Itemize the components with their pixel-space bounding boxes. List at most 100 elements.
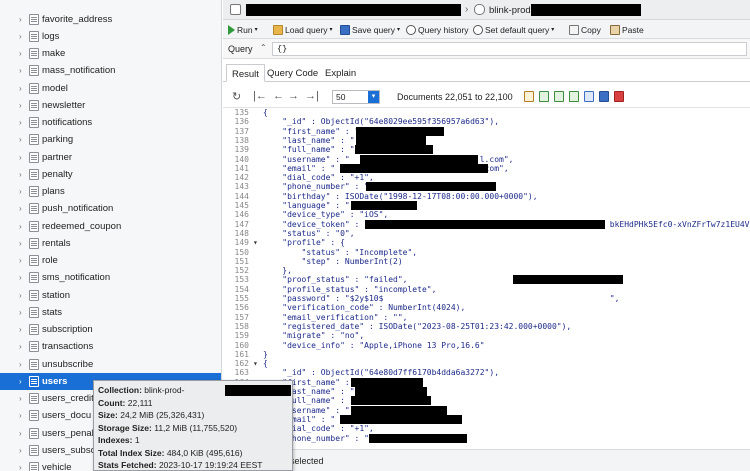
tree-item-partner[interactable]: › partner xyxy=(0,149,221,166)
chevron-right-icon[interactable]: › xyxy=(19,446,27,455)
chevron-right-icon[interactable]: › xyxy=(19,84,27,93)
breadcrumb-db-name[interactable]: blink-prod- xyxy=(489,5,534,16)
tree-item-notifications[interactable]: › notifications xyxy=(0,114,221,131)
tree-item-subscription[interactable]: › subscription xyxy=(0,321,221,338)
tab-query-code[interactable]: Query Code xyxy=(262,64,323,82)
chevron-right-icon[interactable]: › xyxy=(19,325,27,334)
code-line: 170 "phone_number" : " xyxy=(223,434,750,443)
save-query-button[interactable]: Save query ▾ xyxy=(340,22,400,37)
redaction-bar xyxy=(355,145,433,155)
tree-item-parking[interactable]: › parking xyxy=(0,131,221,148)
result-document-view[interactable]: 135 {136 "_id" : ObjectId("64e8029ee595f3… xyxy=(223,108,750,449)
fold-toggle-icon[interactable]: ▾ xyxy=(253,359,261,368)
chevron-right-icon[interactable]: › xyxy=(19,101,27,110)
tree-item-model[interactable]: › model xyxy=(0,80,221,97)
tree-item-logs[interactable]: › logs xyxy=(0,28,221,45)
chevron-right-icon[interactable]: › xyxy=(19,273,27,282)
chevron-right-icon[interactable]: › xyxy=(19,360,27,369)
prev-page-icon[interactable]: ← xyxy=(273,90,284,102)
chevron-right-icon[interactable]: › xyxy=(19,49,27,58)
page-size-select[interactable]: 50 ▾ xyxy=(332,90,380,104)
chevron-right-icon[interactable]: › xyxy=(19,32,27,41)
first-page-icon[interactable]: |← xyxy=(253,90,267,102)
line-number: 161 xyxy=(234,349,249,359)
query-input[interactable]: {} xyxy=(272,42,747,56)
tree-item-push-notification[interactable]: › push_notification xyxy=(0,200,221,217)
next-page-icon[interactable]: → xyxy=(288,90,299,102)
tree-item-plans[interactable]: › plans xyxy=(0,183,221,200)
code-line: 159 "migrate" : "no", xyxy=(223,331,750,340)
server-icon xyxy=(230,4,241,15)
add-document-icon[interactable] xyxy=(539,91,549,102)
run-button[interactable]: Run ▾ xyxy=(228,22,258,37)
chevron-right-icon[interactable]: › xyxy=(19,463,27,471)
tree-item-label: make xyxy=(42,48,66,59)
duplicate-document-icon[interactable] xyxy=(554,91,564,102)
save-document-icon[interactable] xyxy=(599,91,609,102)
code-text: "birthday" : ISODate("1998-12-17T08:00:0… xyxy=(263,191,538,201)
chevron-right-icon[interactable]: › xyxy=(19,118,27,127)
line-number: 152 xyxy=(234,266,249,276)
chevron-right-icon[interactable]: › xyxy=(19,342,27,351)
chevron-right-icon[interactable]: › xyxy=(19,187,27,196)
tab-explain[interactable]: Explain xyxy=(320,64,361,82)
query-history-button[interactable]: Query history xyxy=(406,22,469,37)
tree-item-role[interactable]: › role xyxy=(0,252,221,269)
tree-item-stats[interactable]: › stats xyxy=(0,304,221,321)
view-document-icon[interactable] xyxy=(584,91,594,102)
tree-item-newsletter[interactable]: › newsletter xyxy=(0,97,221,114)
chevron-right-icon[interactable]: › xyxy=(19,66,27,75)
set-default-query-button[interactable]: Set default query ▾ xyxy=(473,22,554,37)
chevron-right-icon[interactable]: › xyxy=(19,377,27,386)
tree-item-unsubscribe[interactable]: › unsubscribe xyxy=(0,356,221,373)
line-number: 158 xyxy=(234,321,249,331)
fold-toggle-icon[interactable]: ▾ xyxy=(253,238,261,247)
chevron-right-icon[interactable]: › xyxy=(19,135,27,144)
edit-document-icon[interactable] xyxy=(569,91,579,102)
redaction-bar xyxy=(356,135,426,145)
chevron-right-icon[interactable]: › xyxy=(19,204,27,213)
tree-item-label: station xyxy=(42,289,70,301)
code-text: "migrate" : "no", xyxy=(263,331,365,341)
code-text: "last_name" : " xyxy=(263,135,355,145)
line-number: 140 xyxy=(234,154,249,164)
tree-item-redeemed-coupon[interactable]: › redeemed_coupon xyxy=(0,218,221,235)
chevron-right-icon[interactable]: › xyxy=(19,394,27,403)
refresh-icon[interactable]: ↻ xyxy=(232,90,241,103)
tt-collection-value: blink-prod- xyxy=(144,385,185,395)
chevron-right-icon[interactable]: › xyxy=(19,411,27,420)
chevron-right-icon[interactable]: › xyxy=(19,15,27,24)
tree-item-mass-notification[interactable]: › mass_notification xyxy=(0,62,221,79)
tab-result[interactable]: Result xyxy=(226,64,265,82)
chevron-up-icon[interactable]: ⌃ xyxy=(260,43,267,52)
code-text: "_id" : ObjectId("64e80d7ff6170b4dda6a32… xyxy=(263,368,500,378)
chevron-right-icon[interactable]: › xyxy=(19,153,27,162)
code-line: 167 "username" : " xyxy=(223,406,750,415)
tree-item-label: model xyxy=(42,82,68,94)
code-line: 165 "last_name" : " xyxy=(223,387,750,396)
tree-item-transactions[interactable]: › transactions xyxy=(0,338,221,355)
chevron-right-icon[interactable]: › xyxy=(19,429,27,438)
tree-item-sms-notification[interactable]: › sms_notification xyxy=(0,269,221,286)
code-line: 145 "language" : " xyxy=(223,201,750,210)
delete-document-icon[interactable] xyxy=(614,91,624,102)
tree-item-station[interactable]: › station xyxy=(0,287,221,304)
load-query-button[interactable]: Load query ▾ xyxy=(273,22,333,37)
chevron-right-icon[interactable]: › xyxy=(19,170,27,179)
chevron-right-icon[interactable]: › xyxy=(19,308,27,317)
tree-item-penalty[interactable]: › penalty xyxy=(0,166,221,183)
paste-button[interactable]: Paste xyxy=(610,22,644,37)
last-page-icon[interactable]: →| xyxy=(305,90,319,102)
tree-item-favorite-address[interactable]: › favorite_address xyxy=(0,11,221,28)
chevron-right-icon[interactable]: › xyxy=(19,239,27,248)
tree-item-rentals[interactable]: › rentals xyxy=(0,235,221,252)
copy-button[interactable]: Copy xyxy=(569,22,601,37)
lock-icon[interactable] xyxy=(524,91,534,102)
chevron-right-icon[interactable]: › xyxy=(19,222,27,231)
tree-item-make[interactable]: › make xyxy=(0,45,221,62)
line-number: 136 xyxy=(234,117,249,127)
code-text: { xyxy=(263,108,268,117)
chevron-right-icon[interactable]: › xyxy=(19,256,27,265)
redaction-bar xyxy=(246,4,461,16)
chevron-right-icon[interactable]: › xyxy=(19,291,27,300)
